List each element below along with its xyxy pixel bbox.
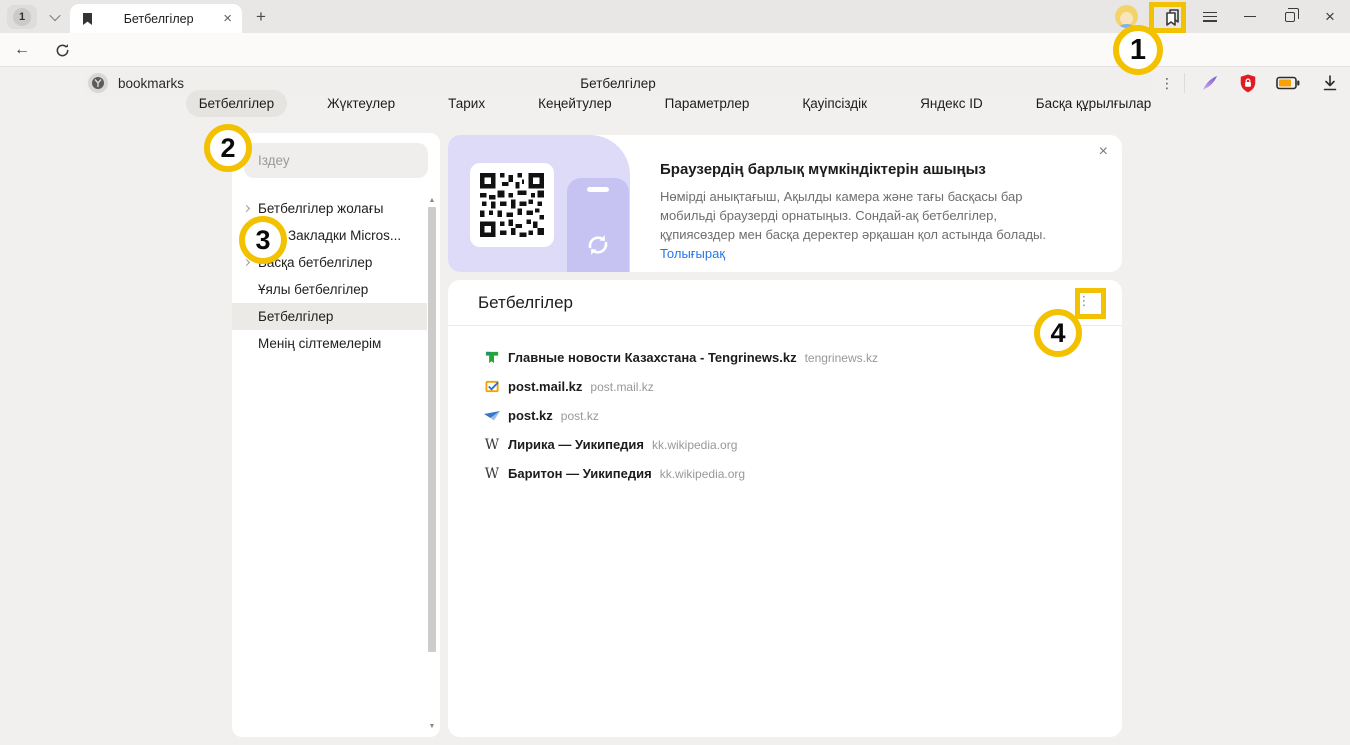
phone-illustration	[567, 178, 629, 272]
bookmarks-panel-title: Бетбелгілер	[478, 293, 573, 313]
nav-tab-security[interactable]: Қауіпсіздік	[789, 90, 880, 117]
battery-icon	[1276, 76, 1300, 90]
tab-counter-button[interactable]: 1	[7, 5, 37, 29]
annotation-box-kebab	[1075, 288, 1106, 319]
search-input[interactable]	[244, 143, 428, 178]
chevron-right-icon	[243, 205, 250, 212]
sync-icon	[583, 230, 613, 265]
annotation-box-bookmarks-panel-button	[1149, 2, 1186, 33]
chevron-down-icon	[49, 10, 60, 21]
tab-title: Бетбелгілер	[94, 12, 223, 26]
restore-icon	[1285, 12, 1295, 22]
bookmark-row[interactable]: Главные новости Казахстана - Tengrinews.…	[448, 343, 1122, 372]
sidebar-scrollbar[interactable]: ▲ ▼	[427, 195, 437, 731]
minimize-icon	[1244, 16, 1256, 18]
hamburger-icon	[1203, 12, 1217, 22]
folder-my-links[interactable]: Менің сілтемелерім	[232, 330, 427, 357]
tengrinews-favicon	[484, 350, 500, 366]
postkz-favicon	[484, 408, 500, 424]
browser-tab[interactable]: Бетбелгілер ×	[70, 4, 242, 33]
folder-bookmarks-selected[interactable]: Бетбелгілер	[232, 303, 427, 330]
bookmark-row[interactable]: post.kz post.kz	[448, 401, 1122, 430]
settings-nav: Бетбелгілер Жүктеулер Тарих Кеңейтулер П…	[0, 89, 1350, 117]
nav-tab-other-devices[interactable]: Басқа құрылғылар	[1023, 90, 1165, 117]
banner-illustration	[448, 135, 630, 272]
folder-mobile-bookmarks[interactable]: Ұялы бетбелгілер	[232, 276, 427, 303]
bookmarks-panel: Бетбелгілер ⋮ Главные новости Казахстана…	[448, 280, 1122, 737]
new-tab-button[interactable]: +	[250, 6, 272, 28]
bookmark-row[interactable]: W Лирика — Уикипедия kk.wikipedia.org	[448, 430, 1122, 459]
mail-favicon	[484, 379, 500, 395]
banner-body: Нөмірді анықтағыш, Ақылды камера және та…	[660, 187, 1060, 263]
nav-tab-extensions[interactable]: Кеңейтулер	[525, 90, 625, 117]
bookmark-icon	[80, 12, 94, 26]
qr-code	[470, 163, 554, 247]
annotation-3: 3	[239, 216, 287, 264]
nav-tab-bookmarks[interactable]: Бетбелгілер	[186, 90, 287, 117]
annotation-1: 1	[1113, 25, 1163, 75]
nav-tab-settings[interactable]: Параметрлер	[652, 90, 763, 117]
banner-more-link[interactable]: Толығырақ	[660, 246, 725, 261]
nav-tab-yandex-id[interactable]: Яндекс ID	[907, 90, 996, 117]
reload-icon	[55, 43, 70, 58]
nav-tab-downloads[interactable]: Жүктеулер	[314, 90, 408, 117]
scrollbar-thumb[interactable]	[428, 207, 436, 652]
bookmark-row[interactable]: W Баритон — Уикипедия kk.wikipedia.org	[448, 459, 1122, 488]
bookmarks-list: Главные новости Казахстана - Tengrinews.…	[448, 343, 1122, 488]
annotation-4: 4	[1034, 309, 1082, 357]
tab-list-dropdown-button[interactable]	[42, 5, 68, 29]
nav-tab-history[interactable]: Тарих	[435, 90, 498, 117]
window-close-button[interactable]: ×	[1310, 0, 1350, 33]
phone-notch	[587, 187, 609, 192]
scroll-up-icon[interactable]: ▲	[427, 195, 437, 205]
minimize-button[interactable]	[1230, 0, 1270, 33]
banner-title: Браузердің барлық мүмкіндіктерін ашыңыз	[660, 161, 986, 178]
panel-divider	[448, 325, 1122, 326]
tab-close-icon[interactable]: ×	[223, 11, 232, 26]
close-icon: ×	[1325, 8, 1335, 25]
scroll-down-icon[interactable]: ▼	[427, 721, 437, 731]
menu-button[interactable]	[1190, 0, 1230, 33]
annotation-2: 2	[204, 124, 252, 172]
banner-close-icon[interactable]: ×	[1099, 143, 1108, 161]
wikipedia-favicon: W	[484, 466, 500, 482]
restore-button[interactable]	[1270, 0, 1310, 33]
reload-button[interactable]	[48, 33, 76, 67]
bookmark-row[interactable]: post.mail.kz post.mail.kz	[448, 372, 1122, 401]
wikipedia-favicon: W	[484, 437, 500, 453]
mobile-promo-banner: × Браузердің барлық мүмкіндіктерін ашыңы…	[448, 135, 1122, 272]
back-button[interactable]: ←	[8, 33, 36, 67]
tab-count: 1	[13, 8, 31, 26]
